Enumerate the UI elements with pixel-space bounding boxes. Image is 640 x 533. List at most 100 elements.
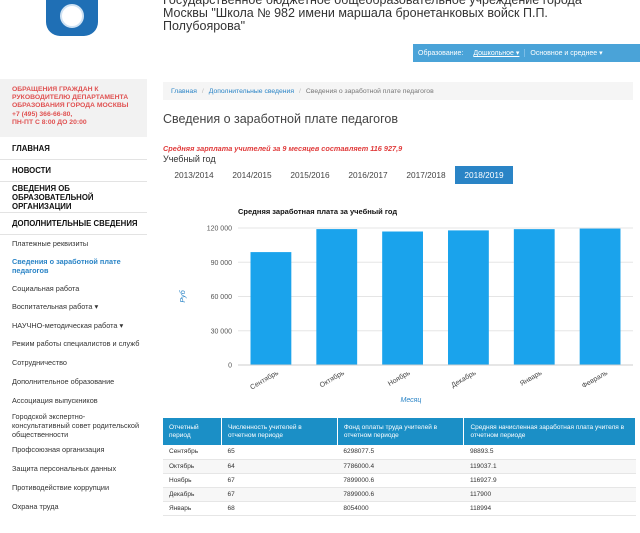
sidebar-item-5[interactable]: Сведения о заработной плате педагогов	[0, 252, 153, 279]
x-tick-label: Январь	[519, 369, 544, 387]
organization-name: Государственное бюджетное общеобразовате…	[163, 0, 582, 33]
appeal-line-2: РУКОВОДИТЕЛЮ ДЕПАРТАМЕНТА	[12, 94, 129, 102]
column-header-3: Средняя начисленная заработная плата учи…	[463, 418, 636, 445]
x-axis-label: Месяц	[401, 397, 422, 404]
nav-education-label: Образование:	[418, 49, 464, 57]
sidebar-item-16[interactable]: Противодействие коррупции	[0, 478, 153, 497]
sidebar-menu: ГЛАВНАЯ НОВОСТИ СВЕДЕНИЯ ОБ ОБРАЗОВАТЕЛЬНО…	[0, 137, 153, 516]
table-body: Сентябрь 65 6298077.5 98893.5 Октябрь 64 77860…	[163, 445, 636, 516]
table-cell: Январь	[163, 501, 222, 516]
tab-year-1[interactable]: 2014/2015	[223, 166, 281, 184]
appeal-hours: ПН-ПТ С 8:00 ДО 20:00	[12, 118, 87, 126]
school-logo[interactable]	[46, 0, 98, 36]
breadcrumb-additional[interactable]: Дополнительные сведения	[209, 88, 294, 95]
column-header-2: Фонд оплаты труда учителей в отчетном пе…	[337, 418, 465, 445]
table-cell: 7899000.6	[337, 487, 464, 502]
table-cell: Декабрь	[163, 487, 222, 502]
y-tick-label: 120 000	[207, 226, 232, 233]
column-header-0: Отчетный период	[163, 418, 223, 445]
citizen-appeal-banner[interactable]: ОБРАЩЕНИЯ ГРАЖДАН К РУКОВОДИТЕЛЮ ДЕПАРТА…	[0, 79, 147, 137]
x-tick-label: Октябрь	[318, 369, 346, 390]
sidebar-item-11[interactable]: Дополнительное образование	[0, 372, 153, 391]
sidebar-item-10[interactable]: Сотрудничество	[0, 353, 153, 372]
table-cell: 116927.9	[463, 473, 636, 488]
tab-year-4[interactable]: 2017/2018	[397, 166, 455, 184]
table-cell: 7786000.4	[337, 459, 464, 474]
column-header-1: Численность учителей в отчетном периоде	[221, 418, 338, 445]
table-row: Сентябрь 65 6298077.5 98893.5	[163, 445, 636, 460]
x-tick-label: Сентябрь	[249, 369, 280, 392]
nav-basic-secondary[interactable]: Основное и среднее ▾	[524, 49, 607, 57]
bar-Сентябрь[interactable]	[250, 252, 292, 365]
year-label: Учебный год	[163, 154, 216, 164]
sidebar: ОБРАЩЕНИЯ ГРАЖДАН К РУКОВОДИТЕЛЮ ДЕПАРТА…	[0, 79, 153, 533]
table-row: Ноябрь 67 7899000.6 116927.9	[163, 473, 636, 488]
nav-preschool[interactable]: Дошкольное ▾	[468, 49, 524, 57]
sidebar-item-7[interactable]: Воспитательная работа ▾	[0, 297, 153, 316]
sidebar-item-15[interactable]: Защита персональных данных	[0, 459, 153, 478]
appeal-line-1: ОБРАЩЕНИЯ ГРАЖДАН К	[12, 86, 99, 93]
table-cell: 67	[221, 487, 338, 502]
x-tick-label: Февраль	[581, 369, 609, 389]
bar-Февраль[interactable]	[579, 228, 621, 365]
sidebar-item-14[interactable]: Профсоюзная организация	[0, 440, 153, 459]
sidebar-item-9[interactable]: Режим работы специалистов и служб	[0, 334, 153, 353]
table-cell: 68	[221, 501, 338, 516]
table-cell: 6298077.5	[337, 445, 464, 460]
sidebar-item-13[interactable]: Городской экспертно-консультативный сове…	[0, 410, 153, 440]
y-tick-label: 60 000	[211, 294, 233, 301]
table-cell: Сентябрь	[163, 445, 222, 460]
sidebar-item-6[interactable]: Социальная работа	[0, 279, 153, 297]
sidebar-item-8[interactable]: НАУЧНО-методическая работа ▾	[0, 316, 153, 334]
appeal-phone: +7 (495) 366-66-80,	[12, 110, 73, 118]
table-row: Январь 68 8054000 118994	[163, 501, 636, 516]
breadcrumb-home[interactable]: Главная	[171, 88, 197, 95]
tab-year-0[interactable]: 2013/2014	[165, 166, 223, 184]
table-cell: 7899000.6	[337, 473, 464, 488]
sidebar-item-2[interactable]: СВЕДЕНИЯ ОБ ОБРАЗОВАТЕЛЬНОЙ ОРГАНИЗАЦИИ	[0, 182, 153, 212]
y-axis-label: Руб	[179, 289, 187, 302]
sidebar-item-1[interactable]: НОВОСТИ	[0, 160, 153, 181]
table-header-row: Отчетный период Численность учителей в от…	[163, 418, 636, 445]
table-cell: 119037.1	[463, 459, 636, 474]
sidebar-item-4[interactable]: Платежные реквизиты	[0, 235, 153, 252]
table-cell: 64	[221, 459, 338, 474]
table-cell: 67	[221, 473, 338, 488]
year-tabs: 2013/2014 2014/2015 2015/2016 2016/2017 2017…	[165, 166, 513, 184]
table-cell: Октябрь	[163, 459, 222, 474]
y-tick-label: 30 000	[211, 328, 233, 335]
breadcrumb: Главная / Дополнительные сведения / Сведен…	[163, 82, 633, 100]
sidebar-item-17[interactable]: Охрана труда	[0, 497, 153, 516]
appeal-line-3: ОБРАЗОВАНИЯ ГОРОДА МОСКВЫ	[12, 102, 129, 110]
y-tick-label: 90 000	[211, 260, 233, 267]
table-cell: 65	[221, 445, 338, 460]
bar-Декабрь[interactable]	[448, 230, 489, 365]
chart-title: Средняя заработная плата за учебный год	[238, 207, 397, 216]
table-cell: 8054000	[337, 501, 464, 516]
tab-year-5[interactable]: 2018/2019	[455, 166, 513, 184]
x-tick-label: Ноябрь	[387, 369, 412, 388]
globe-icon	[60, 4, 84, 28]
bar-Октябрь[interactable]	[316, 229, 358, 365]
bar-Январь[interactable]	[513, 229, 555, 365]
x-tick-label: Декабрь	[450, 369, 478, 390]
breadcrumb-current: Сведения о заработной плате педагогов	[305, 87, 434, 95]
site-header: Государственное бюджетное общеобразовате…	[0, 0, 640, 72]
tab-year-3[interactable]: 2016/2017	[339, 166, 397, 184]
main-content: Главная / Дополнительные сведения / Сведен…	[163, 82, 640, 516]
top-navigation: Образование: Дошкольное ▾ Основное и сре…	[413, 44, 640, 62]
tab-year-2[interactable]: 2015/2016	[281, 166, 339, 184]
table-row: Октябрь 64 7786000.4 119037.1	[163, 459, 636, 474]
table-row: Декабрь 67 7899000.6 117900	[163, 487, 636, 502]
average-salary-note: Средняя зарплата учителей за 9 месяцев с…	[163, 144, 403, 153]
salary-bar-chart: Средняя заработная плата за учебный год 0…	[179, 207, 633, 404]
salary-table: Отчетный период Численность учителей в от…	[163, 418, 636, 516]
y-tick-label: 0	[228, 363, 232, 370]
sidebar-item-3[interactable]: ДОПОЛНИТЕЛЬНЫЕ СВЕДЕНИЯ	[0, 213, 153, 234]
table-cell: 117900	[463, 487, 636, 502]
table-cell: Ноябрь	[163, 473, 222, 488]
bar-Ноябрь[interactable]	[382, 231, 423, 365]
page-title: Сведения о заработной плате педагогов	[163, 112, 399, 126]
sidebar-item-12[interactable]: Ассоциация выпускников	[0, 391, 153, 410]
sidebar-item-0[interactable]: ГЛАВНАЯ	[0, 137, 153, 159]
